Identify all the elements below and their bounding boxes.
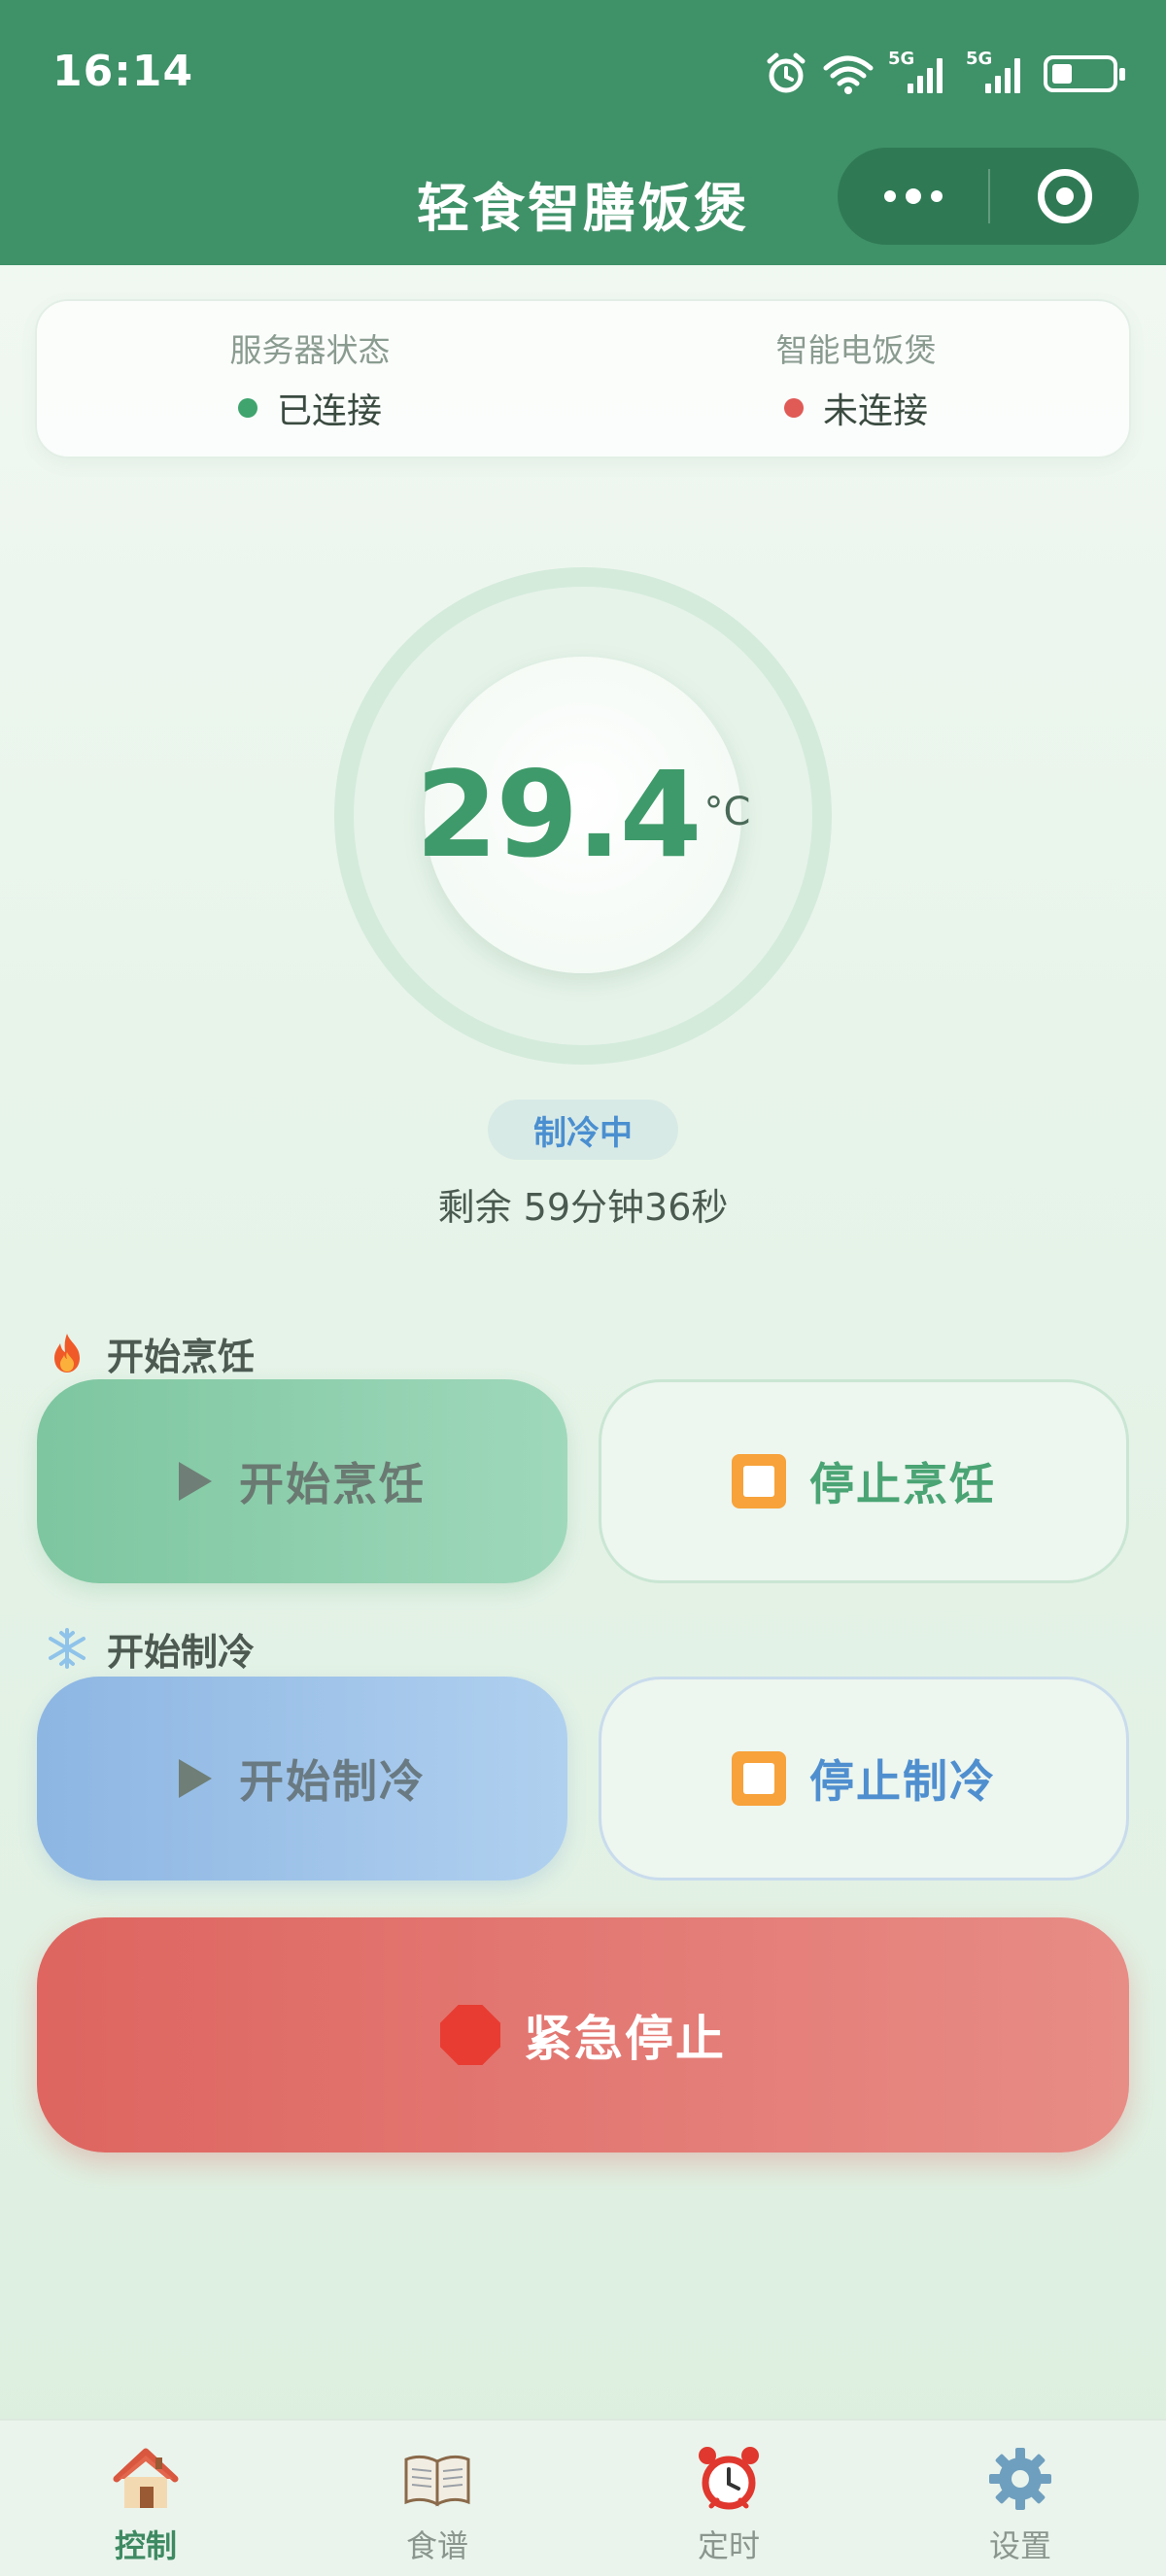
play-icon bbox=[179, 1462, 212, 1501]
server-status-value-row: 已连接 bbox=[237, 383, 382, 433]
tab-label: 食谱 bbox=[405, 2527, 468, 2564]
signal-label: 5G bbox=[888, 49, 915, 69]
tab-control[interactable]: 控制 bbox=[0, 2421, 292, 2576]
stop-cooling-button[interactable]: 停止制冷 bbox=[599, 1677, 1129, 1881]
cooling-section-title: 开始制冷 bbox=[45, 1624, 256, 1674]
cooker-status-value-row: 未连接 bbox=[783, 383, 928, 433]
tab-label: 设置 bbox=[988, 2527, 1051, 2564]
emergency-stop-button[interactable]: 紧急停止 bbox=[37, 1917, 1129, 2152]
stop-square-icon bbox=[732, 1454, 786, 1508]
cooker-status: 智能电饭煲 未连接 bbox=[583, 301, 1129, 457]
signal-5g-2-icon: 5G bbox=[966, 49, 1030, 93]
status-dot-red bbox=[783, 398, 804, 418]
emergency-stop-label: 紧急停止 bbox=[524, 2011, 726, 2067]
status-icons: 5G 5G bbox=[764, 49, 1125, 99]
signal-label: 5G bbox=[966, 49, 993, 69]
start-cooling-button[interactable]: 开始制冷 bbox=[37, 1677, 567, 1881]
temperature-readout: 29.4 °C bbox=[416, 657, 751, 973]
tab-bar: 控制 食谱 定时 设置 bbox=[0, 2419, 1166, 2576]
battery-icon bbox=[1044, 55, 1125, 92]
stop-square-icon bbox=[732, 1751, 786, 1806]
status-bar: 16:14 5G 5G bbox=[0, 0, 1166, 146]
wifi-icon bbox=[823, 55, 874, 94]
stop-sign-icon bbox=[440, 2005, 500, 2065]
fire-icon bbox=[54, 1334, 80, 1373]
tab-settings[interactable]: 设置 bbox=[874, 2421, 1166, 2576]
book-icon bbox=[404, 2455, 470, 2507]
alarm-clock-icon bbox=[699, 2447, 759, 2510]
tab-label: 定时 bbox=[697, 2527, 760, 2564]
mode-badge: 制冷中 bbox=[488, 1100, 678, 1160]
alarm-icon bbox=[767, 52, 806, 93]
server-status: 服务器状态 已连接 bbox=[37, 301, 583, 457]
stop-cooking-button[interactable]: 停止烹饪 bbox=[599, 1379, 1129, 1583]
server-status-value: 已连接 bbox=[276, 391, 382, 431]
cooking-section-title: 开始烹饪 bbox=[45, 1329, 256, 1378]
tab-label: 控制 bbox=[114, 2527, 177, 2564]
status-dot-green bbox=[237, 398, 257, 418]
temperature-unit: °C bbox=[703, 790, 751, 834]
start-cooking-button[interactable]: 开始烹饪 bbox=[37, 1379, 567, 1583]
target-icon[interactable] bbox=[990, 148, 1139, 245]
house-icon bbox=[113, 2448, 179, 2508]
cooking-section-label: 开始烹饪 bbox=[107, 1335, 256, 1378]
cooker-status-value: 未连接 bbox=[822, 391, 928, 431]
signal-5g-1-icon: 5G bbox=[888, 49, 952, 93]
stop-cooling-label: 停止制冷 bbox=[809, 1755, 996, 1808]
cooker-status-label: 智能电饭煲 bbox=[775, 331, 937, 369]
status-time: 16:14 bbox=[52, 47, 194, 96]
connection-card: 服务器状态 已连接 智能电饭煲 未连接 bbox=[35, 299, 1131, 458]
remaining-time: 剩余 59分钟36秒 bbox=[437, 1186, 729, 1229]
play-icon bbox=[179, 1759, 212, 1798]
app-header: 16:14 5G 5G 轻食智膳饭煲 bbox=[0, 0, 1166, 265]
tab-timer[interactable]: 定时 bbox=[583, 2421, 874, 2576]
server-status-label: 服务器状态 bbox=[229, 331, 391, 369]
start-cooling-label: 开始制冷 bbox=[239, 1755, 426, 1808]
temperature-value: 29.4 bbox=[415, 746, 703, 884]
mini-program-capsule bbox=[838, 148, 1139, 245]
cooling-section-label: 开始制冷 bbox=[107, 1630, 256, 1674]
start-cooking-label: 开始烹饪 bbox=[239, 1458, 426, 1510]
snowflake-icon bbox=[49, 1628, 86, 1669]
gear-icon bbox=[989, 2448, 1051, 2510]
tab-recipes[interactable]: 食谱 bbox=[292, 2421, 583, 2576]
more-dots-icon[interactable] bbox=[838, 148, 988, 245]
stop-cooking-label: 停止烹饪 bbox=[809, 1458, 996, 1510]
